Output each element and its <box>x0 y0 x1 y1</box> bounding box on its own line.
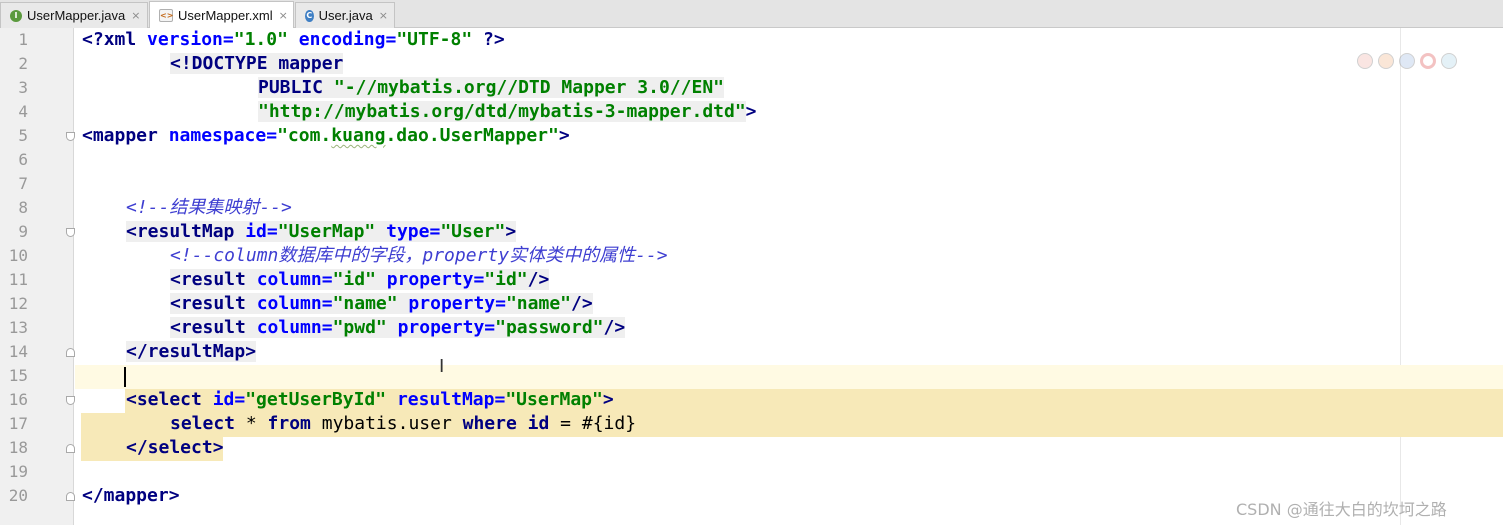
class-file-icon: C <box>305 9 314 22</box>
line-number: 9 <box>18 222 28 241</box>
code-line-18: </select> <box>126 437 224 458</box>
code-line-8: <!--结果集映射--> <box>126 197 292 218</box>
unfold-resultmap-end-icon[interactable] <box>66 348 75 357</box>
tab-label: UserMapper.xml <box>178 7 273 23</box>
fold-mapper-icon[interactable] <box>66 132 75 141</box>
code-editor[interactable]: <?xml version="1.0" encoding="UTF-8" ?> … <box>75 28 1503 525</box>
close-tab-icon[interactable]: × <box>131 9 140 22</box>
line-number: 8 <box>18 198 28 217</box>
watermark: CSDN @通往大白的坎坷之路 <box>1236 500 1447 519</box>
code-line-12: <result column="name" property="name"/> <box>170 293 593 314</box>
code-line-17: select * from mybatis.user where id = #{… <box>170 413 637 434</box>
chrome-icon[interactable] <box>1357 53 1373 69</box>
current-line-highlight <box>75 365 1503 389</box>
line-number: 4 <box>18 102 28 121</box>
code-line-13: <result column="pwd" property="password"… <box>170 317 626 338</box>
code-line-14: </resultMap> <box>126 341 257 362</box>
tab-label: UserMapper.java <box>27 8 126 23</box>
line-number: 7 <box>18 174 28 193</box>
line-number: 3 <box>18 78 28 97</box>
code-line-10: <!--column数据库中的字段，property实体类中的属性--> <box>170 245 668 266</box>
tab-usermapper-xml[interactable]: <> UserMapper.xml × <box>149 1 294 28</box>
browser-preview-bar <box>1357 50 1481 72</box>
tab-usermapper-java[interactable]: I UserMapper.java × <box>0 2 148 28</box>
line-number: 15 <box>8 366 28 385</box>
tab-label: User.java <box>318 8 373 23</box>
line-number: 19 <box>8 462 28 481</box>
close-tab-icon[interactable]: × <box>279 9 288 22</box>
code-line-11: <result column="id" property="id"/> <box>170 269 550 290</box>
line-number: 13 <box>8 318 28 337</box>
close-tab-icon[interactable]: × <box>379 9 388 22</box>
mouse-ibeam-cursor-icon: I <box>439 356 445 377</box>
line-number-gutter[interactable]: 1 2 3 4 5 6 7 8 9 10 11 12 13 14 15 16 1… <box>0 28 75 525</box>
text-caret <box>124 367 126 387</box>
line-number: 12 <box>8 294 28 313</box>
editor-tab-bar: I UserMapper.java × <> UserMapper.xml × … <box>0 0 1503 28</box>
edge-icon[interactable] <box>1441 53 1457 69</box>
code-line-3: PUBLIC "-//mybatis.org//DTD Mapper 3.0//… <box>258 77 724 98</box>
line-number: 17 <box>8 414 28 433</box>
line-number: 5 <box>18 126 28 145</box>
code-line-1: <?xml version="1.0" encoding="UTF-8" ?> <box>82 29 505 50</box>
right-margin-guide <box>1400 28 1401 525</box>
opera-icon[interactable] <box>1420 53 1436 69</box>
code-line-5: <mapper namespace="com.kuang.dao.UserMap… <box>82 125 570 146</box>
xml-file-icon: <> <box>159 8 174 22</box>
unfold-mapper-end-icon[interactable] <box>66 492 75 501</box>
line-number: 1 <box>18 30 28 49</box>
code-line-16: <select id="getUserById" resultMap="User… <box>126 389 614 410</box>
code-line-20: </mapper> <box>82 485 180 506</box>
safari-icon[interactable] <box>1399 53 1415 69</box>
tab-user-java[interactable]: C User.java × <box>295 2 395 28</box>
line-number: 18 <box>8 438 28 457</box>
fold-resultmap-icon[interactable] <box>66 228 75 237</box>
unfold-select-end-icon[interactable] <box>66 444 75 453</box>
code-line-4: "http://mybatis.org/dtd/mybatis-3-mapper… <box>258 101 757 122</box>
code-line-2: <!DOCTYPE mapper <box>170 53 344 74</box>
line-number: 6 <box>18 150 28 169</box>
line-number: 14 <box>8 342 28 361</box>
line-number: 10 <box>8 246 28 265</box>
line-number: 2 <box>18 54 28 73</box>
firefox-icon[interactable] <box>1378 53 1394 69</box>
line-number: 16 <box>8 390 28 409</box>
line-number: 20 <box>8 486 28 505</box>
interface-file-icon: I <box>10 9 22 22</box>
code-line-9: <resultMap id="UserMap" type="User"> <box>126 221 517 242</box>
fold-select-icon[interactable] <box>66 396 75 405</box>
line-number: 11 <box>8 270 28 289</box>
